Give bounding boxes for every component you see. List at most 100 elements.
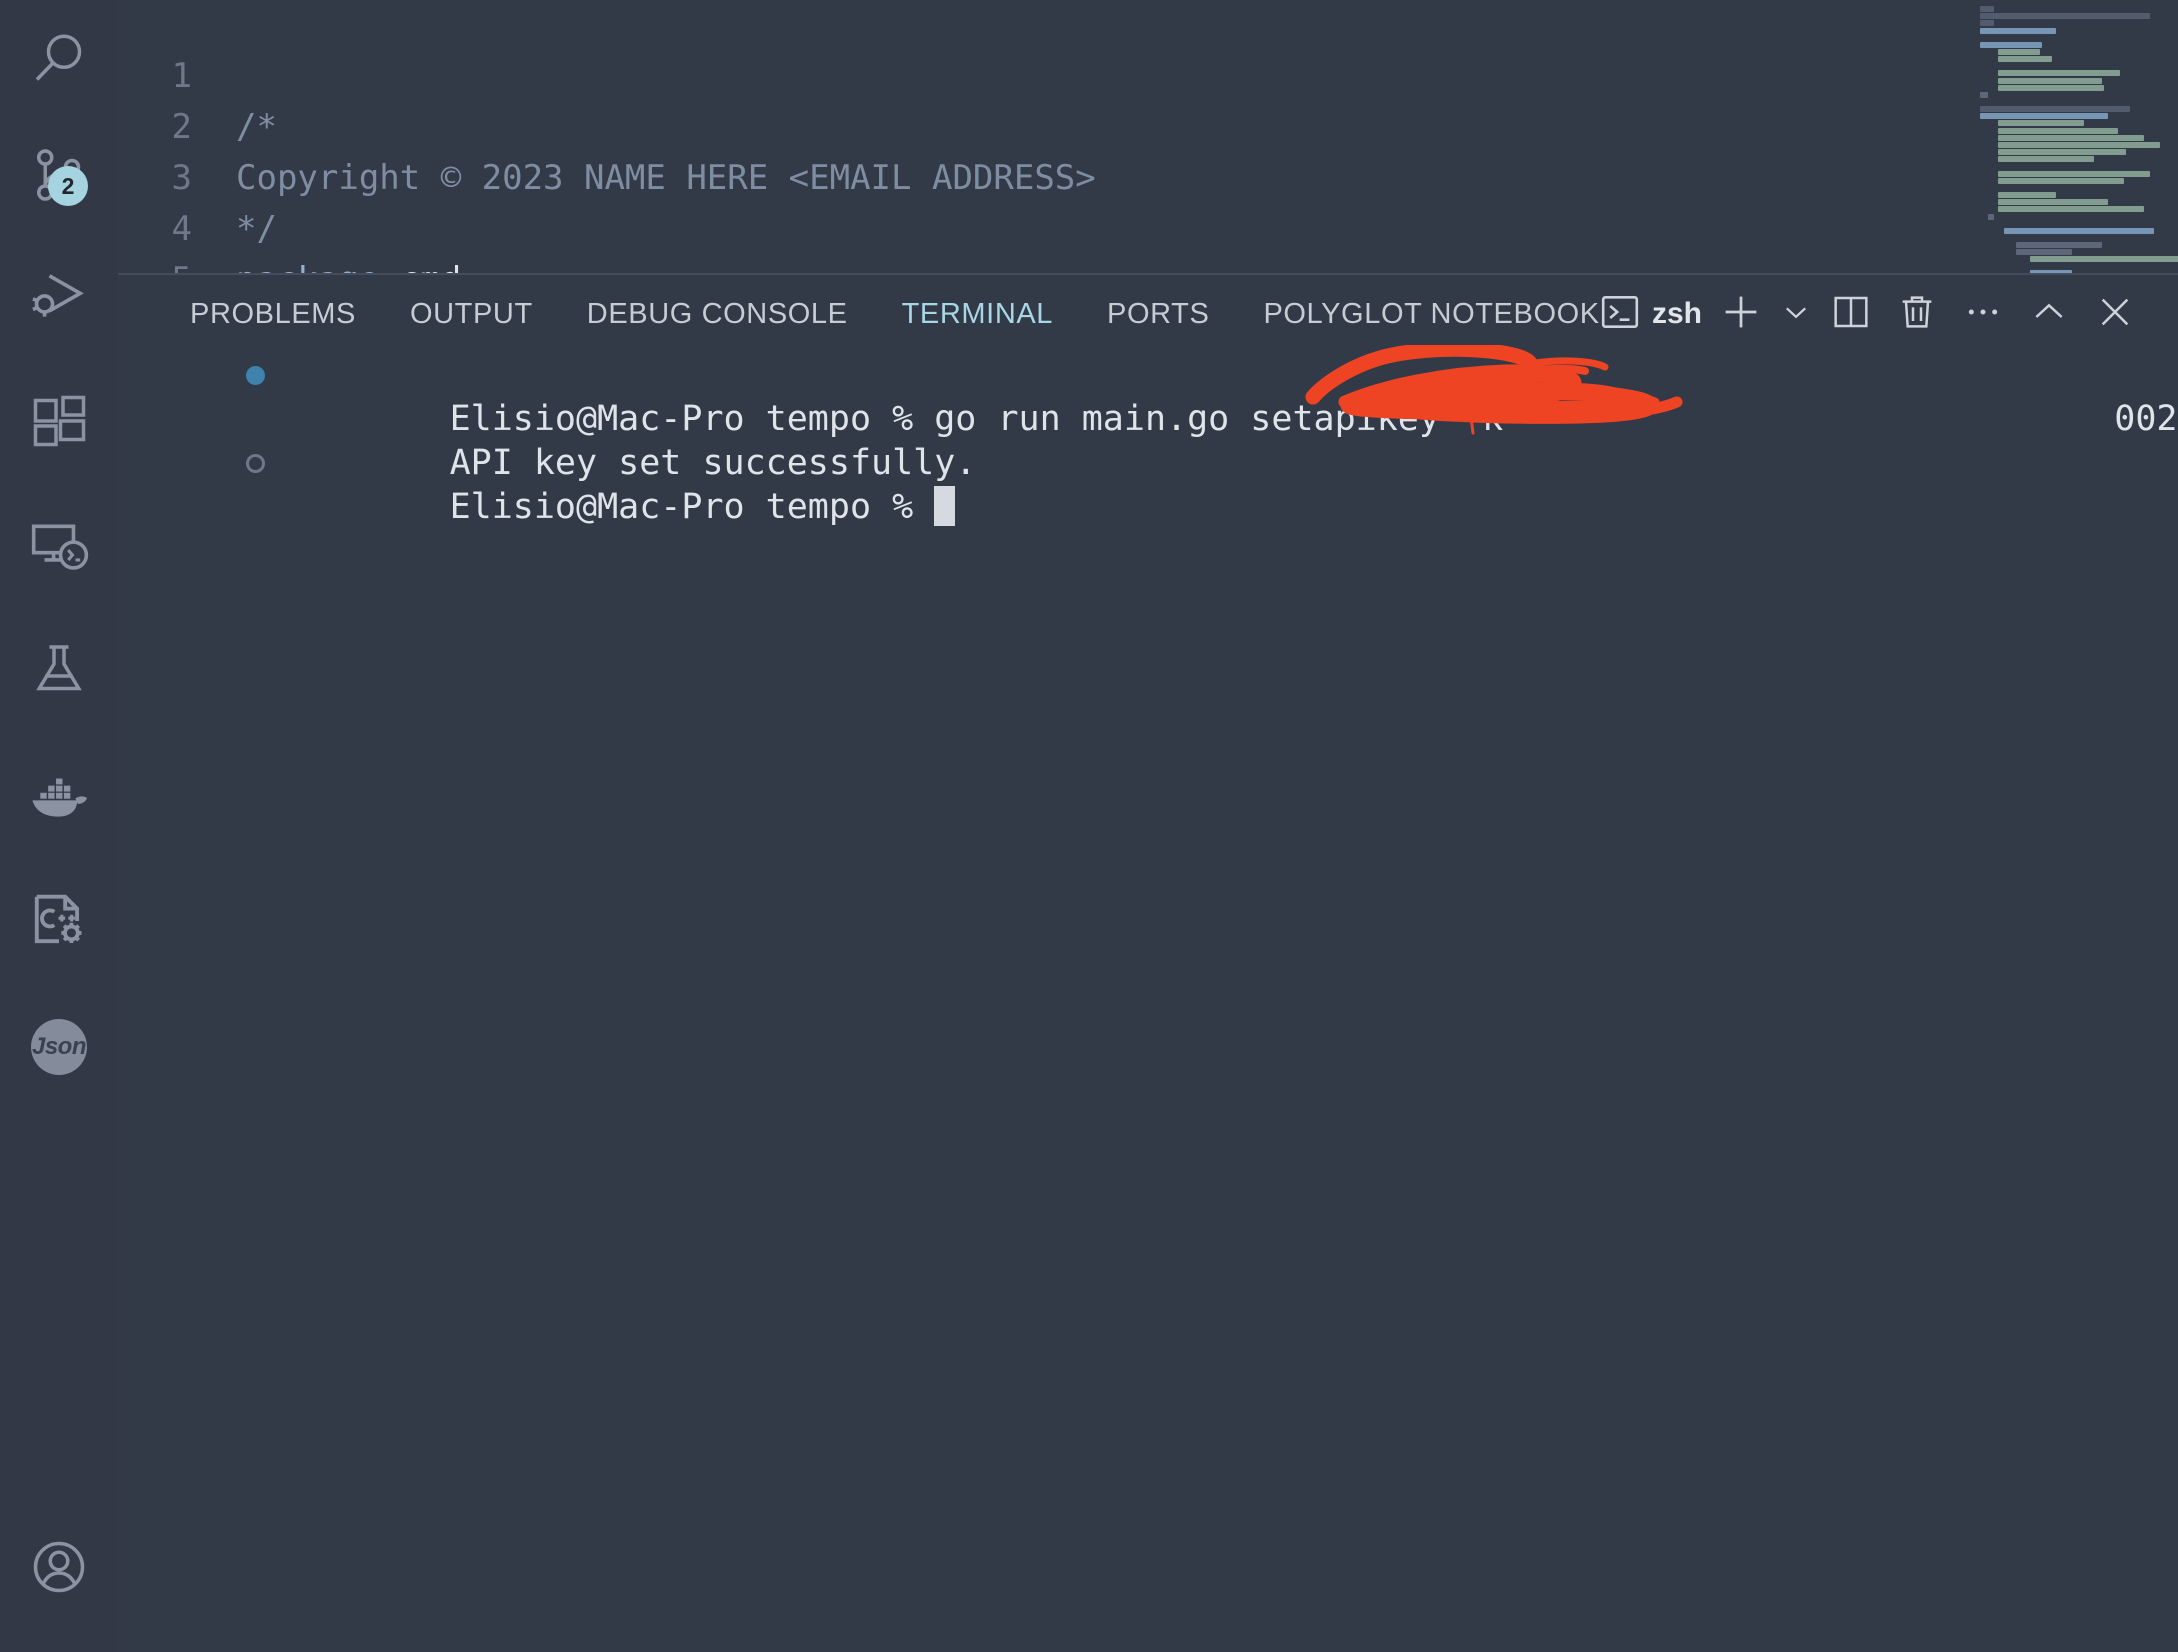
tab-terminal[interactable]: TERMINAL	[875, 275, 1080, 353]
minimap-line	[1998, 206, 2144, 213]
minimap-line	[2030, 256, 2178, 263]
minimap-line	[1998, 191, 2056, 198]
minimap-line	[1980, 13, 2150, 20]
terminal-line: Elisio@Mac-Pro tempo % go run main.go se…	[118, 353, 2178, 439]
vscode-window: 1 /* 2 Copyright © 2023 NAME HERE <EMAIL…	[0, 0, 2178, 1652]
minimap-line	[1980, 27, 2056, 34]
bottom-panel: PROBLEMS OUTPUT DEBUG CONSOLE TERMINAL P…	[118, 273, 2178, 1652]
sidebar-item-docker[interactable]	[0, 732, 118, 858]
search-icon	[29, 28, 89, 88]
tab-debug-console[interactable]: DEBUG CONSOLE	[560, 275, 875, 353]
minimap-line	[1998, 127, 2118, 134]
minimap-line	[1980, 91, 1988, 98]
minimap-line	[1998, 77, 2102, 84]
account-button[interactable]	[0, 1482, 118, 1652]
trash-icon	[1897, 292, 1937, 337]
cpp-config-icon	[28, 890, 90, 952]
editor-line: 1 /*	[118, 0, 2178, 147]
command-decoration-success-icon[interactable]	[246, 366, 265, 385]
minimap-gap	[1970, 185, 2178, 192]
tab-output[interactable]: OUTPUT	[383, 275, 560, 353]
minimap-line	[1980, 41, 2042, 48]
kill-terminal-button[interactable]	[1884, 275, 1950, 353]
account-icon	[29, 1537, 89, 1597]
minimap-gap	[1970, 63, 2178, 70]
panel-tab-list: PROBLEMS OUTPUT DEBUG CONSOLE TERMINAL P…	[118, 275, 1627, 353]
code-editor[interactable]: 1 /* 2 Copyright © 2023 NAME HERE <EMAIL…	[118, 0, 2178, 273]
sidebar-item-run-and-debug[interactable]	[0, 236, 118, 360]
minimap-line	[1998, 56, 2052, 63]
command-decoration-pending-icon[interactable]	[246, 454, 265, 473]
minimap-gap	[1970, 221, 2178, 228]
shell-name-text: zsh	[1651, 297, 1702, 330]
editor-line: 6 import (	[118, 255, 2178, 273]
minimap-line	[1998, 134, 2144, 141]
terminal-line: API key set successfully.	[118, 397, 2178, 483]
editor-minimap[interactable]	[1970, 0, 2178, 273]
editor-line: 4 package cmd	[118, 153, 2178, 273]
minimap-line	[1980, 6, 1994, 12]
minimap-gap	[1970, 99, 2178, 106]
new-terminal-dropdown-button[interactable]	[1774, 275, 1818, 353]
minimap-line	[1998, 149, 2126, 156]
extensions-icon	[29, 392, 89, 452]
sidebar-item-cpp-config[interactable]	[0, 858, 118, 984]
sidebar-item-testing[interactable]	[0, 608, 118, 732]
sidebar-item-remote-explorer[interactable]	[0, 484, 118, 608]
terminal-icon	[1599, 291, 1641, 338]
minimap-line	[1998, 177, 2124, 184]
new-terminal-button[interactable]	[1708, 275, 1774, 353]
minimap-line	[1980, 106, 2130, 113]
minimap-gap	[1970, 164, 2178, 171]
terminal-line-text: Elisio@Mac-Pro tempo %	[449, 487, 935, 527]
terminal-line: Elisio@Mac-Pro tempo %	[118, 441, 2178, 527]
split-terminal-button[interactable]	[1818, 275, 1884, 353]
minimap-line	[1998, 170, 2150, 177]
terminal-tab-button[interactable]	[1598, 275, 1642, 353]
add-icon	[1719, 290, 1763, 339]
minimap-line	[1998, 199, 2108, 206]
shell-name-label[interactable]: zsh	[1642, 275, 1708, 353]
minimap-gap	[1970, 235, 2178, 242]
panel-header: PROBLEMS OUTPUT DEBUG CONSOLE TERMINAL P…	[118, 275, 2178, 353]
sidebar-item-source-control[interactable]: 2	[0, 116, 118, 236]
editor-line: 5	[118, 204, 2178, 273]
testing-flask-icon	[29, 640, 89, 700]
minimap-line	[1998, 120, 2084, 127]
docker-whale-icon	[27, 763, 91, 827]
minimap-line	[2016, 241, 2102, 248]
remote-explorer-icon	[28, 515, 90, 577]
chevron-up-icon	[2029, 292, 2069, 337]
sidebar-item-json[interactable]: Json	[0, 984, 118, 1110]
minimap-line	[1980, 20, 1994, 27]
editor-line: 2 Copyright © 2023 NAME HERE <EMAIL ADDR…	[118, 51, 2178, 198]
chevron-down-icon	[1779, 295, 1813, 334]
minimap-gap	[1970, 263, 2178, 270]
minimap-line	[1998, 156, 2094, 163]
minimap-line	[1980, 113, 2108, 120]
minimap-line	[1998, 48, 2040, 55]
run-and-debug-icon	[28, 267, 90, 329]
maximize-panel-button[interactable]	[2016, 275, 2082, 353]
ellipsis-icon	[1963, 292, 2003, 337]
minimap-line	[1998, 142, 2160, 148]
tab-polyglot-notebook[interactable]: POLYGLOT NOTEBOOK	[1236, 275, 1626, 353]
terminal-output[interactable]: Elisio@Mac-Pro tempo % go run main.go se…	[118, 353, 2178, 1652]
json-icon: Json	[31, 1019, 87, 1075]
sidebar-item-extensions[interactable]	[0, 360, 118, 484]
minimap-gap	[1970, 35, 2178, 42]
editor-line: 3 */	[118, 102, 2178, 249]
minimap-line	[2016, 249, 2072, 256]
minimap-line	[1998, 84, 2104, 91]
panel-actions: zsh	[1598, 275, 2148, 353]
more-actions-button[interactable]	[1950, 275, 2016, 353]
close-panel-button[interactable]	[2082, 275, 2148, 353]
activity-bar: 2 Json	[0, 0, 118, 1652]
minimap-line	[1998, 70, 2120, 77]
minimap-line	[1988, 213, 1994, 220]
sidebar-item-search[interactable]	[0, 0, 118, 116]
tab-problems[interactable]: PROBLEMS	[163, 275, 383, 353]
terminal-cursor	[934, 486, 956, 526]
split-editor-icon	[1831, 292, 1871, 337]
tab-ports[interactable]: PORTS	[1080, 275, 1236, 353]
